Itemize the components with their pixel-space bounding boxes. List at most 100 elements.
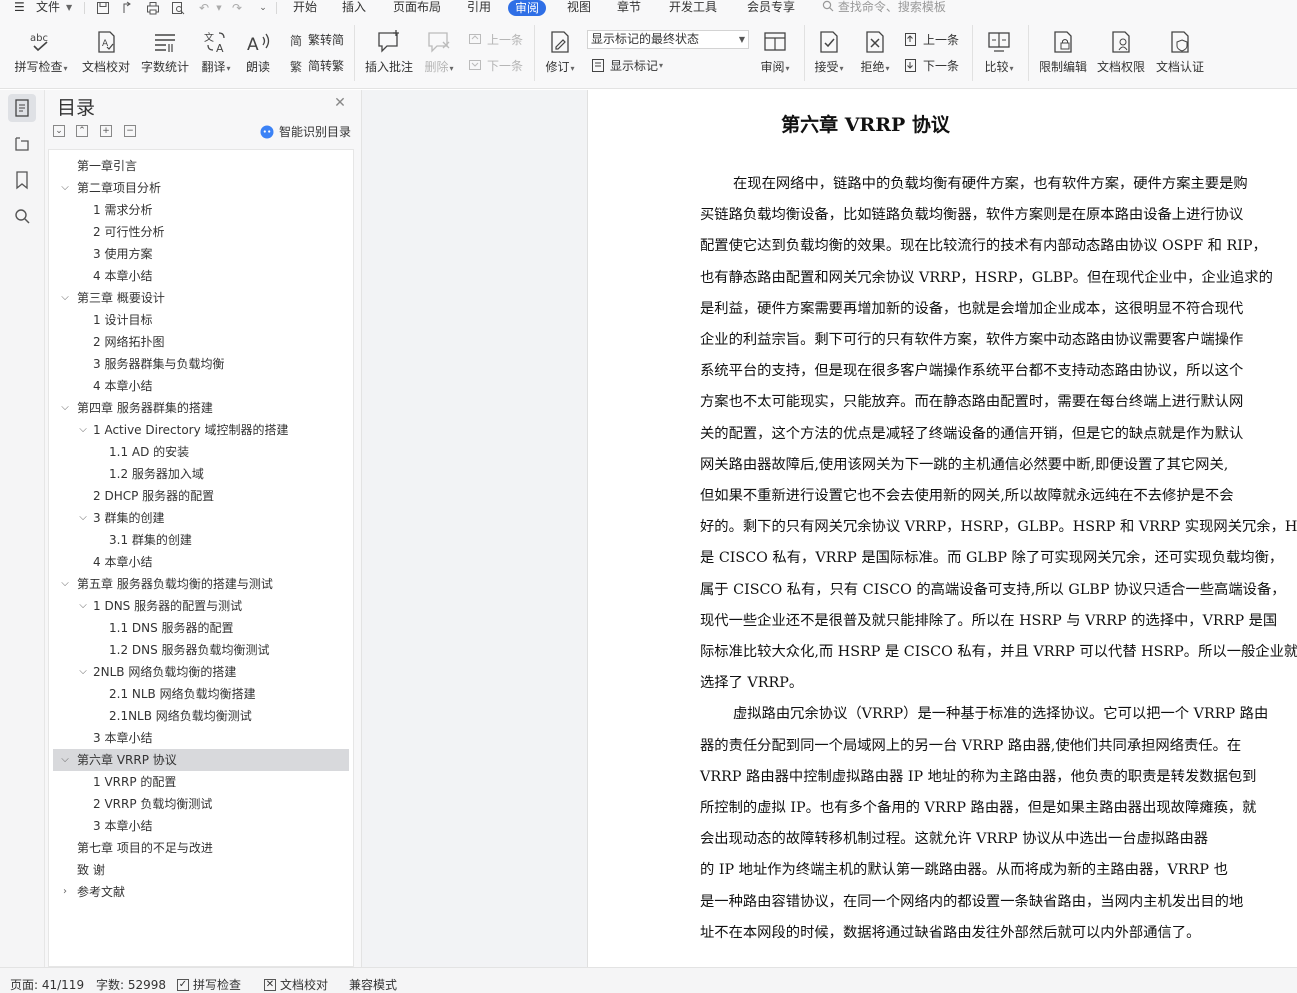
doc-proof-button[interactable]: A 文档校对: [80, 29, 132, 74]
toc-item[interactable]: 1.1 AD 的安装: [53, 441, 349, 463]
reject-button[interactable]: 拒绝▾: [856, 29, 894, 76]
toc-item[interactable]: 第七章 项目的不足与改进: [53, 837, 349, 859]
toc-item[interactable]: 3 本章小结: [53, 815, 349, 837]
toc-item[interactable]: 4 本章小结: [53, 265, 349, 287]
chevron-right-icon[interactable]: ›: [59, 881, 71, 903]
toc-item[interactable]: 1.2 服务器加入域: [53, 463, 349, 485]
tab-chapter[interactable]: 章节: [617, 0, 641, 17]
toc-item[interactable]: 2 可行性分析: [53, 221, 349, 243]
search-icon[interactable]: [8, 202, 36, 230]
chevron-down-icon[interactable]: ⌵: [59, 749, 71, 771]
customize-toolbar-chevron-icon[interactable]: ⌄: [256, 1, 270, 15]
toc-item[interactable]: 3 本章小结: [53, 727, 349, 749]
toc-item[interactable]: 2.1NLB 网络负载均衡测试: [53, 705, 349, 727]
toc-item[interactable]: 4 本章小结: [53, 551, 349, 573]
toc-item-selected[interactable]: ⌵ 第六章 VRRP 协议: [53, 749, 349, 771]
save-icon[interactable]: [96, 1, 110, 15]
tab-member[interactable]: 会员专享: [747, 0, 795, 17]
undo-icon[interactable]: ↶: [197, 1, 211, 15]
tab-page-layout[interactable]: 页面布局: [393, 0, 441, 17]
tab-references[interactable]: 引用: [467, 0, 491, 17]
simp-to-trad-button[interactable]: 繁 简转繁: [289, 56, 344, 76]
page-indicator[interactable]: 页面: 41/119: [10, 976, 84, 993]
chevron-down-icon[interactable]: ⌵: [77, 419, 89, 441]
collapse-all-icon[interactable]: ⌄: [53, 125, 65, 137]
delete-comment-button[interactable]: 删除▾: [420, 29, 458, 76]
chevron-down-icon[interactable]: ⌵: [77, 507, 89, 529]
show-markup-button[interactable]: 显示标记 ▾: [591, 56, 663, 76]
close-icon[interactable]: ✕: [333, 96, 347, 110]
toc-item[interactable]: ⌵ 1 Active Directory 域控制器的搭建: [53, 419, 349, 441]
file-menu-chevron-icon[interactable]: ▼: [66, 0, 72, 17]
tab-review[interactable]: 审阅: [508, 0, 547, 16]
prev-comment-button[interactable]: 上一条: [468, 30, 523, 50]
document-page[interactable]: 第六章 VRRP 协议 在现在网络中，链路中的负载均衡有硬件方案，也有软件方案，…: [587, 90, 1297, 967]
output-icon[interactable]: [121, 1, 135, 15]
compare-button[interactable]: 比较▾: [980, 29, 1018, 76]
trad-to-simp-button[interactable]: 简 繁转简: [289, 30, 344, 50]
smart-toc-button[interactable]: 智能识别目录: [260, 123, 351, 140]
print-icon[interactable]: [146, 1, 160, 15]
chevron-down-icon[interactable]: ⌵: [59, 287, 71, 309]
spell-check-button[interactable]: abc 拼写检查▾: [12, 29, 70, 76]
toc-item[interactable]: ⌵ 1 DNS 服务器的配置与测试: [53, 595, 349, 617]
toc-item[interactable]: 2 DHCP 服务器的配置: [53, 485, 349, 507]
chevron-down-icon[interactable]: ⌵: [77, 661, 89, 683]
tab-insert[interactable]: 插入: [342, 0, 366, 17]
restrict-editing-button[interactable]: 限制编辑: [1036, 29, 1090, 74]
toc-item[interactable]: 2 网络拓扑图: [53, 331, 349, 353]
toc-item[interactable]: 第一章引言: [53, 155, 349, 177]
toc-item[interactable]: ⌵ 2NLB 网络负载均衡的搭建: [53, 661, 349, 683]
accept-button[interactable]: 接受▾: [810, 29, 848, 76]
toc-item[interactable]: 1 设计目标: [53, 309, 349, 331]
toc-item[interactable]: 4 本章小结: [53, 375, 349, 397]
toc-item[interactable]: 1.1 DNS 服务器的配置: [53, 617, 349, 639]
next-change-button[interactable]: 下一条: [904, 56, 959, 76]
hamburger-icon[interactable]: ☰: [14, 0, 25, 17]
toc-item[interactable]: ⌵ 第三章 概要设计: [53, 287, 349, 309]
bookmark-icon[interactable]: [8, 166, 36, 194]
prev-change-button[interactable]: 上一条: [904, 30, 959, 50]
toc-item[interactable]: 2 VRRP 负载均衡测试: [53, 793, 349, 815]
toc-item[interactable]: ⌵ 第二章项目分析: [53, 177, 349, 199]
command-search[interactable]: 查找命令、搜索模板: [822, 0, 946, 17]
expand-all-icon[interactable]: ⌃: [76, 125, 88, 137]
toc-item[interactable]: 1 VRRP 的配置: [53, 771, 349, 793]
toc-item[interactable]: 3 服务器群集与负载均衡: [53, 353, 349, 375]
insert-comment-button[interactable]: 插入批注: [362, 29, 416, 74]
chevron-down-icon[interactable]: ⌵: [59, 573, 71, 595]
file-menu[interactable]: 文件: [36, 0, 60, 17]
toc-item[interactable]: 1.2 DNS 服务器负载均衡测试: [53, 639, 349, 661]
add-heading-icon[interactable]: +: [100, 125, 112, 137]
chevron-down-icon[interactable]: ⌵: [77, 595, 89, 617]
display-mode-select[interactable]: 显示标记的最终状态 ▼: [587, 30, 749, 49]
tab-home[interactable]: 开始: [293, 0, 317, 17]
toc-item[interactable]: ⌵ 第五章 服务器负载均衡的搭建与测试: [53, 573, 349, 595]
spell-check-status[interactable]: ✓ 拼写检查: [177, 976, 241, 993]
next-comment-button[interactable]: 下一条: [468, 56, 523, 76]
toc-item[interactable]: › 参考文献: [53, 881, 349, 903]
toc-item[interactable]: ⌵ 第四章 服务器群集的搭建: [53, 397, 349, 419]
tab-developer[interactable]: 开发工具: [669, 0, 717, 17]
redo-icon[interactable]: ↷: [230, 1, 244, 15]
toc-item[interactable]: ⌵ 3 群集的创建: [53, 507, 349, 529]
toc-item[interactable]: 2.1 NLB 网络负载均衡搭建: [53, 683, 349, 705]
print-preview-icon[interactable]: [171, 1, 185, 15]
undo-dropdown-icon[interactable]: ▼: [212, 1, 226, 15]
tab-view[interactable]: 视图: [567, 0, 591, 17]
toc-item[interactable]: 1 需求分析: [53, 199, 349, 221]
read-aloud-button[interactable]: A 朗读: [241, 29, 275, 74]
translate-button[interactable]: 文A 翻译▾: [196, 29, 236, 76]
chevron-down-icon[interactable]: ⌵: [59, 177, 71, 199]
toc-item[interactable]: 3.1 群集的创建: [53, 529, 349, 551]
remove-heading-icon[interactable]: −: [124, 125, 136, 137]
toc-panel-icon[interactable]: [8, 94, 36, 122]
chevron-down-icon[interactable]: ⌵: [59, 397, 71, 419]
toc-item[interactable]: 3 使用方案: [53, 243, 349, 265]
review-pane-button[interactable]: 审阅▾: [756, 29, 794, 76]
word-count-indicator[interactable]: 字数: 52998: [96, 976, 166, 993]
doc-proof-status[interactable]: ✕ 文档校对: [264, 976, 328, 993]
navigation-pane-icon[interactable]: [8, 130, 36, 158]
track-changes-button[interactable]: 修订▾: [541, 29, 579, 76]
word-count-button[interactable]: 字数统计: [139, 29, 191, 74]
